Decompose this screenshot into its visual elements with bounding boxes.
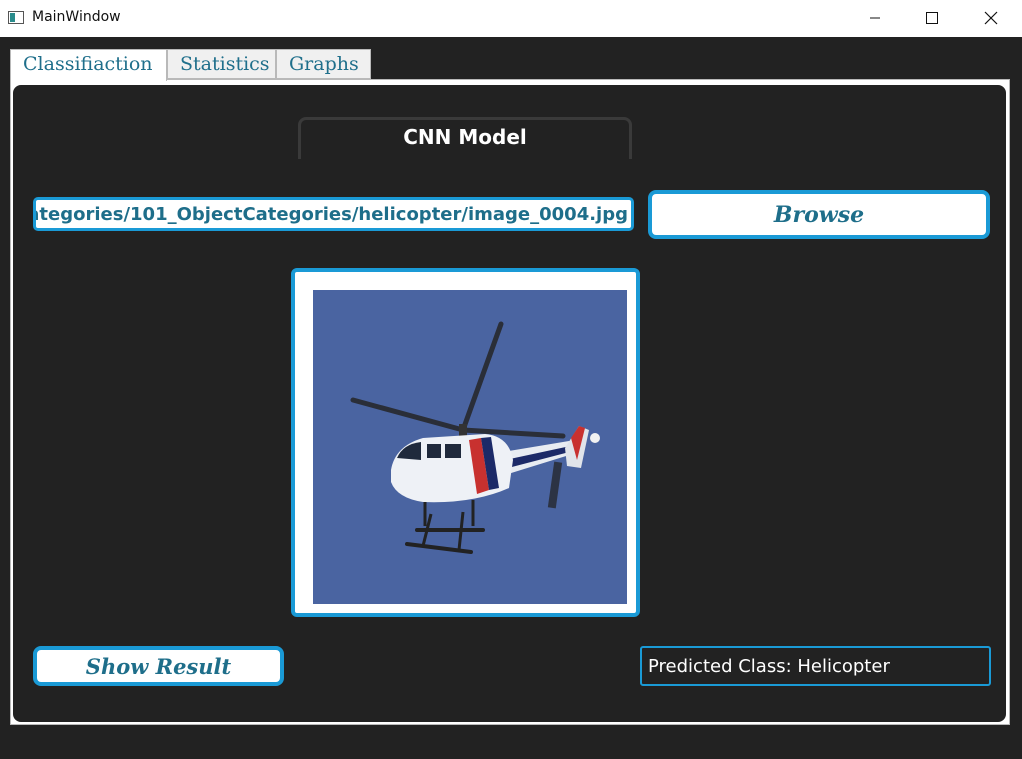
- minimize-icon: [870, 17, 880, 19]
- title-bar: MainWindow: [0, 0, 1022, 37]
- close-icon: [984, 11, 998, 25]
- minimize-button[interactable]: [846, 0, 904, 36]
- image-preview-panel: [291, 268, 640, 617]
- maximize-button[interactable]: [903, 0, 961, 36]
- model-group-title: CNN Model: [403, 125, 527, 149]
- window-title: MainWindow: [32, 9, 121, 25]
- tab-classification[interactable]: Classifiaction: [10, 49, 167, 81]
- tab-graphs[interactable]: Graphs: [276, 49, 371, 79]
- app-icon: [8, 11, 24, 24]
- tab-statistics[interactable]: Statistics: [167, 49, 276, 79]
- show-result-button[interactable]: Show Result: [33, 646, 284, 686]
- predicted-class-label: Predicted Class: Helicopter: [648, 656, 890, 677]
- predicted-class-box: Predicted Class: Helicopter: [640, 646, 991, 686]
- close-button[interactable]: [962, 0, 1020, 36]
- image-path-input[interactable]: jectCategories/101_ObjectCategories/heli…: [33, 197, 634, 231]
- browse-button[interactable]: Browse: [648, 190, 990, 239]
- image-path-value: jectCategories/101_ObjectCategories/heli…: [33, 204, 628, 225]
- maximize-icon: [926, 12, 938, 24]
- helicopter-image: [313, 290, 627, 604]
